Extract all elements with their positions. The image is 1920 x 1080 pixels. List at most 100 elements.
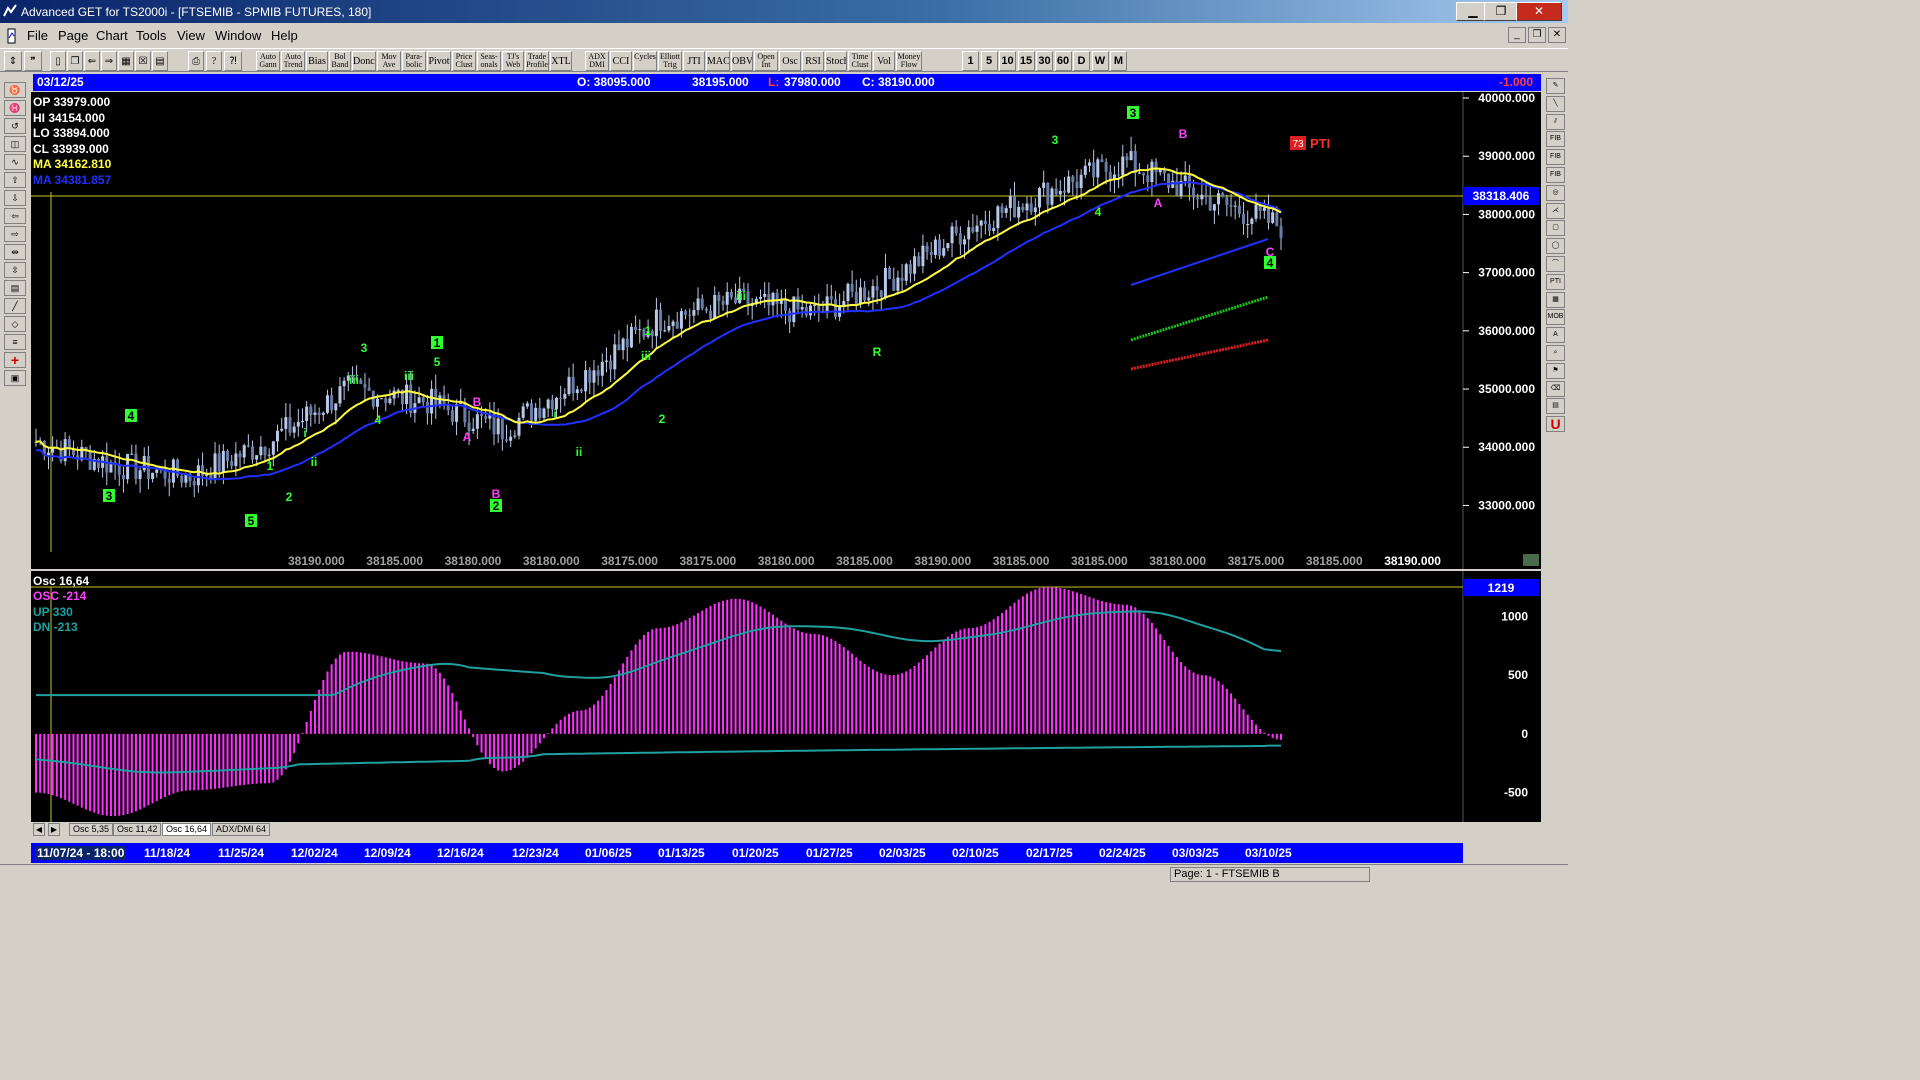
indicator-button-vol[interactable]: Vol bbox=[873, 51, 895, 71]
indicator-button-jti[interactable]: JTI bbox=[683, 51, 705, 71]
left-arrow-icon[interactable]: ⇦ bbox=[4, 208, 26, 224]
menu-chart[interactable]: Chart bbox=[96, 28, 128, 43]
marker-icon[interactable]: ⚑ bbox=[1546, 362, 1565, 379]
indicator-button-bias[interactable]: Bias bbox=[306, 51, 328, 71]
period-button-5[interactable]: 5 bbox=[980, 51, 998, 71]
menu-file[interactable]: File bbox=[27, 28, 48, 43]
quote-icon[interactable]: ❞ bbox=[24, 51, 42, 71]
ellipse-icon[interactable]: ◯ bbox=[1546, 238, 1565, 255]
delete-icon[interactable]: ☒ bbox=[135, 51, 151, 71]
lines-icon[interactable]: ╱ bbox=[4, 298, 26, 314]
magnify-icon[interactable]: ⌕ bbox=[1546, 345, 1565, 361]
tab-next-arrow[interactable]: ▶ bbox=[48, 823, 60, 836]
tab-osc-16-64[interactable]: Osc 16,64 bbox=[162, 823, 212, 836]
grid-tool-icon[interactable]: ▦ bbox=[1546, 291, 1565, 308]
fib-icon[interactable]: ≡ bbox=[4, 334, 26, 350]
tab-prev-arrow[interactable]: ◀ bbox=[33, 823, 45, 836]
mdi-minimize-button[interactable]: _ bbox=[1508, 27, 1526, 43]
circle-icon[interactable]: ◎ bbox=[1546, 184, 1565, 201]
help-icon[interactable]: ? bbox=[206, 51, 222, 71]
channel-icon[interactable]: ⫽ bbox=[1546, 113, 1565, 130]
menu-tools[interactable]: Tools bbox=[136, 28, 166, 43]
indicator-button-macd[interactable]: MACD bbox=[706, 51, 730, 71]
indicator-button-tj-s-web[interactable]: TJ's Web bbox=[502, 51, 524, 71]
up-arrow-icon[interactable]: ⇧ bbox=[4, 172, 26, 188]
fan-icon[interactable]: ⋌ bbox=[1546, 202, 1565, 219]
indicator-button-osc[interactable]: Osc bbox=[779, 51, 801, 71]
period-button-d[interactable]: D bbox=[1073, 51, 1090, 71]
close-button[interactable]: ✕ bbox=[1516, 2, 1562, 21]
menu-help[interactable]: Help bbox=[271, 28, 298, 43]
period-button-m[interactable]: M bbox=[1110, 51, 1127, 71]
expand-icon[interactable]: ⇹ bbox=[4, 244, 26, 260]
indicator-button-xtl[interactable]: XTL bbox=[550, 51, 572, 71]
print-icon[interactable]: ⎙ bbox=[188, 51, 204, 71]
indicator-button-stoch[interactable]: Stoch bbox=[825, 51, 847, 71]
menu-window[interactable]: Window bbox=[215, 28, 261, 43]
fib-time-icon[interactable]: FIB bbox=[1546, 167, 1565, 183]
arc-icon[interactable]: ⌒ bbox=[1546, 256, 1565, 272]
oscillator-panel[interactable]: 1000 500 0 -500 1219 Osc 16,64 OSC -214 UP … bbox=[31, 571, 1541, 822]
period-button-w[interactable]: W bbox=[1091, 51, 1109, 71]
period-button-30[interactable]: 30 bbox=[1036, 51, 1053, 71]
bull-icon[interactable]: ♉ bbox=[4, 82, 26, 98]
indicator-button-cycles[interactable]: Cycles bbox=[633, 51, 657, 71]
indicator-button-auto-trend[interactable]: Auto Trend bbox=[281, 51, 305, 71]
right-icon[interactable]: ⇒ bbox=[101, 51, 117, 71]
down-arrow-icon[interactable]: ⇩ bbox=[4, 190, 26, 206]
gann-icon[interactable]: ◇ bbox=[4, 316, 26, 332]
pencil-icon[interactable]: ✎ bbox=[1546, 78, 1565, 94]
copy-icon[interactable]: ❐ bbox=[67, 51, 83, 71]
right-arrow-icon[interactable]: ⇨ bbox=[4, 226, 26, 242]
tab-osc-11-42[interactable]: Osc 11,42 bbox=[113, 823, 162, 836]
indicator-button-elliott-trig[interactable]: Elliott Trig bbox=[658, 51, 682, 71]
indicator-button-auto-gann[interactable]: Auto Gann bbox=[256, 51, 280, 71]
indicator-button-time-clust[interactable]: Time Clust bbox=[848, 51, 872, 71]
cross-icon[interactable]: + bbox=[4, 352, 26, 368]
eraser-icon[interactable]: ⌫ bbox=[1546, 380, 1565, 397]
period-button-15[interactable]: 15 bbox=[1017, 51, 1035, 71]
fib-ext-icon[interactable]: FIB bbox=[1546, 149, 1565, 166]
indicator-button-rsi[interactable]: RSI bbox=[802, 51, 824, 71]
u-icon[interactable]: U bbox=[1546, 416, 1565, 433]
context-help-icon[interactable]: ⁈ bbox=[224, 51, 242, 71]
mob-icon[interactable]: MOB bbox=[1546, 309, 1565, 326]
compress-icon[interactable]: ⇳ bbox=[4, 262, 26, 278]
indicator-button-bol-band[interactable]: Bol Band bbox=[329, 51, 351, 71]
pointer-icon[interactable]: ⇕ bbox=[4, 51, 22, 71]
period-button-60[interactable]: 60 bbox=[1054, 51, 1072, 71]
box-icon[interactable]: ▢ bbox=[1546, 220, 1565, 237]
indicator-button-mov-ave[interactable]: Mov Ave bbox=[377, 51, 401, 71]
bear-icon[interactable]: ♓ bbox=[4, 100, 26, 116]
tile-icon[interactable]: ▦ bbox=[118, 51, 134, 71]
indicator-button-adx-dmi[interactable]: ADX DMI bbox=[585, 51, 609, 71]
tab-adx-dmi-64[interactable]: ADX/DMI 64 bbox=[212, 823, 271, 836]
mdi-restore-button[interactable]: ❐ bbox=[1528, 27, 1546, 43]
left-icon[interactable]: ⇐ bbox=[84, 51, 100, 71]
price-chart[interactable]: 4 3 5 1 2 i ii 3 iii 4 iii 1 5 B A B 2 i ii 1 iii 2 iii R 3 3 4 B A C… bbox=[31, 91, 1541, 569]
text-icon[interactable]: A bbox=[1546, 327, 1565, 344]
maximize-button[interactable]: ❐ bbox=[1484, 2, 1518, 21]
menu-view[interactable]: View bbox=[177, 28, 205, 43]
indicator-button-trade-profile[interactable]: Trade Profile bbox=[525, 51, 549, 71]
menu-page[interactable]: Page bbox=[58, 28, 88, 43]
indicator-button-obv[interactable]: OBV bbox=[731, 51, 753, 71]
period-button-10[interactable]: 10 bbox=[999, 51, 1016, 71]
list-icon[interactable]: ▤ bbox=[1546, 398, 1565, 415]
study-icon[interactable]: ◫ bbox=[4, 136, 26, 152]
scroll-corner-icon[interactable] bbox=[1523, 554, 1539, 566]
line-tool-icon[interactable]: ╲ bbox=[1546, 95, 1565, 112]
elliott-icon[interactable]: ∿ bbox=[4, 154, 26, 170]
indicator-button-seas-onals[interactable]: Seas-onals bbox=[477, 51, 501, 71]
reset-icon[interactable]: ↺ bbox=[4, 118, 26, 134]
indicator-button-price-clust[interactable]: Price Clust bbox=[452, 51, 476, 71]
fib-ret-icon[interactable]: FIB bbox=[1546, 131, 1565, 148]
indicator-button-open-int[interactable]: Open Int bbox=[754, 51, 778, 71]
indicator-button-donch[interactable]: Donch bbox=[352, 51, 376, 71]
zoom-icon[interactable]: ▤ bbox=[4, 280, 26, 296]
tab-osc-5-35[interactable]: Osc 5,35 bbox=[69, 823, 114, 836]
save-icon[interactable]: ▣ bbox=[4, 370, 26, 386]
new-icon[interactable]: ▯ bbox=[50, 51, 66, 71]
mdi-close-button[interactable]: ✕ bbox=[1548, 27, 1566, 43]
grid-icon[interactable]: ▤ bbox=[152, 51, 168, 71]
